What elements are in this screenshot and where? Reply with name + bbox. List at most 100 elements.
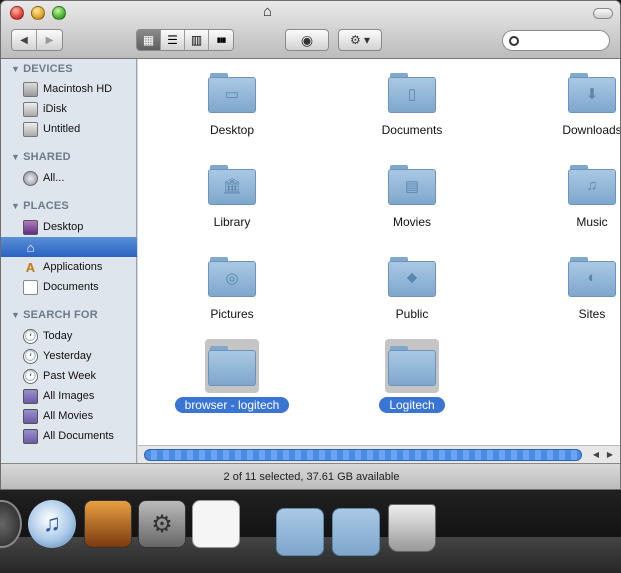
folder-downloads[interactable]: ⬇ Downloads: [532, 73, 620, 137]
iphoto-icon[interactable]: [84, 500, 132, 548]
toolbar-toggle-button[interactable]: [593, 8, 613, 19]
folder-icon: ⬥: [388, 257, 436, 297]
dock-folder-icon[interactable]: [332, 508, 380, 556]
status-text: 2 of 11 selected, 37.61 GB available: [223, 471, 400, 483]
coverflow-view-button[interactable]: ▮▮▮: [209, 30, 233, 50]
action-menu-button[interactable]: ⚙ ▾: [338, 29, 382, 51]
trash-icon[interactable]: [388, 504, 436, 552]
hard-drive-icon: [23, 81, 38, 97]
forward-icon: ▶: [45, 34, 54, 46]
column-view-button[interactable]: ▥: [185, 30, 209, 50]
sidebar: ▼ DEVICES Macintosh HD iDisk Untitled ▼ SH…: [1, 59, 137, 463]
folder-icon: [388, 346, 436, 386]
icon-view-button[interactable]: ▦: [137, 30, 161, 50]
folder-icon: ▤: [388, 165, 436, 205]
folder-pictures[interactable]: ◎ Pictures: [172, 257, 292, 321]
network-icon: [23, 170, 38, 186]
back-icon: ◀: [20, 34, 28, 46]
textedit-icon[interactable]: [192, 500, 240, 548]
itunes-icon[interactable]: ♫: [28, 500, 76, 548]
icon-view-icon: ▦: [142, 33, 155, 47]
disclosure-triangle-icon: ▼: [11, 310, 21, 320]
sidebar-section-devices[interactable]: ▼ DEVICES: [11, 63, 73, 75]
disclosure-triangle-icon: ▼: [11, 152, 21, 162]
sidebar-section-shared[interactable]: ▼ SHARED: [11, 151, 71, 163]
sidebar-item-today[interactable]: 🕐 Today: [1, 326, 137, 346]
folder-desktop[interactable]: ▭ Desktop: [172, 73, 292, 137]
sidebar-item-untitled[interactable]: Untitled: [1, 119, 137, 139]
folder-icon: [208, 346, 256, 386]
eye-icon: ◉: [300, 31, 314, 48]
folder-logitech[interactable]: Logitech: [352, 339, 472, 413]
scrollbar-thumb[interactable]: [144, 449, 582, 461]
folder-icon: 🏛: [208, 165, 256, 205]
folder-public[interactable]: ⬥ Public: [352, 257, 472, 321]
system-preferences-icon[interactable]: ⚙: [138, 500, 186, 548]
folder-icon: ▭: [208, 73, 256, 113]
sidebar-item-past-week[interactable]: 🕐 Past Week: [1, 366, 137, 386]
search-field[interactable]: [502, 30, 610, 51]
sidebar-item-all-shared[interactable]: All...: [1, 168, 137, 188]
folder-browser-logitech[interactable]: browser - logitech: [162, 339, 302, 413]
home-icon: ⌂: [26, 239, 35, 255]
folder-library[interactable]: 🏛 Library: [172, 165, 292, 229]
column-view-icon: ▥: [190, 33, 203, 47]
back-button[interactable]: ◀: [12, 30, 37, 50]
toolbar: ⌂ ◀ ▶ ▦ ☰ ▥ ▮▮▮ ◉ ⚙ ▾: [1, 1, 620, 59]
dock: ♫ ⚙: [0, 490, 621, 573]
folder-icon: ◐: [568, 257, 616, 297]
disclosure-triangle-icon: ▼: [11, 201, 21, 211]
folder-documents[interactable]: ▯ Documents: [352, 73, 472, 137]
folder-icon: ⬇: [568, 73, 616, 113]
minimize-button[interactable]: [31, 6, 45, 20]
applications-icon: A: [25, 259, 36, 275]
folder-sites[interactable]: ◐ Sites: [532, 257, 620, 321]
list-view-icon: ☰: [167, 33, 178, 47]
search-input[interactable]: [523, 34, 603, 47]
dock-folder-icon[interactable]: [276, 508, 324, 556]
idisk-icon: [23, 101, 38, 117]
coverflow-view-icon: ▮▮▮: [216, 37, 227, 44]
sidebar-item-applications[interactable]: A Applications: [1, 257, 137, 277]
smart-folder-icon: [23, 408, 38, 424]
clock-icon: 🕐: [23, 328, 38, 344]
folder-music[interactable]: ♫ Music: [532, 165, 620, 229]
sidebar-item-documents[interactable]: Documents: [1, 277, 137, 297]
clock-icon: 🕐: [23, 348, 38, 364]
sidebar-item-desktop[interactable]: Desktop: [1, 217, 137, 237]
sidebar-item-idisk[interactable]: iDisk: [1, 99, 137, 119]
search-icon: [509, 35, 519, 46]
back-forward-control: ◀ ▶: [11, 29, 63, 51]
zoom-button[interactable]: [52, 6, 66, 20]
sidebar-section-search-for[interactable]: ▼ SEARCH FOR: [11, 309, 98, 321]
folder-movies[interactable]: ▤ Movies: [352, 165, 472, 229]
forward-button[interactable]: ▶: [37, 30, 62, 50]
scroll-left-arrow-icon[interactable]: ◀: [590, 448, 602, 461]
folder-icon: ♫: [568, 165, 616, 205]
list-view-button[interactable]: ☰: [161, 30, 185, 50]
status-bar: 2 of 11 selected, 37.61 GB available: [1, 463, 620, 489]
disclosure-triangle-icon: ▼: [11, 64, 21, 74]
view-mode-control: ▦ ☰ ▥ ▮▮▮: [136, 29, 234, 51]
file-icon-view: ▭ Desktop ▯ Documents ⬇ Downloads 🏛 Libr…: [138, 59, 620, 445]
sidebar-item-all-images[interactable]: All Images: [1, 386, 137, 406]
quick-look-button[interactable]: ◉: [285, 29, 329, 51]
sidebar-item-yesterday[interactable]: 🕐 Yesterday: [1, 346, 137, 366]
folder-icon: ▯: [388, 73, 436, 113]
horizontal-scrollbar[interactable]: ◀ ▶: [138, 445, 620, 463]
sidebar-item-all-documents[interactable]: All Documents: [1, 426, 137, 446]
scroll-right-arrow-icon[interactable]: ▶: [604, 448, 616, 461]
document-icon: [23, 279, 38, 295]
close-button[interactable]: [10, 6, 24, 20]
home-icon: ⌂: [263, 3, 273, 20]
gear-icon: ⚙ ▾: [349, 33, 371, 47]
desktop-icon: [23, 219, 38, 235]
folder-icon: ◎: [208, 257, 256, 297]
smart-folder-icon: [23, 388, 38, 404]
sidebar-item-home[interactable]: ⌂: [1, 237, 137, 257]
clock-icon: 🕐: [23, 368, 38, 384]
smart-folder-icon: [23, 428, 38, 444]
sidebar-item-all-movies[interactable]: All Movies: [1, 406, 137, 426]
sidebar-item-macintosh-hd[interactable]: Macintosh HD: [1, 79, 137, 99]
sidebar-section-places[interactable]: ▼ PLACES: [11, 200, 69, 212]
